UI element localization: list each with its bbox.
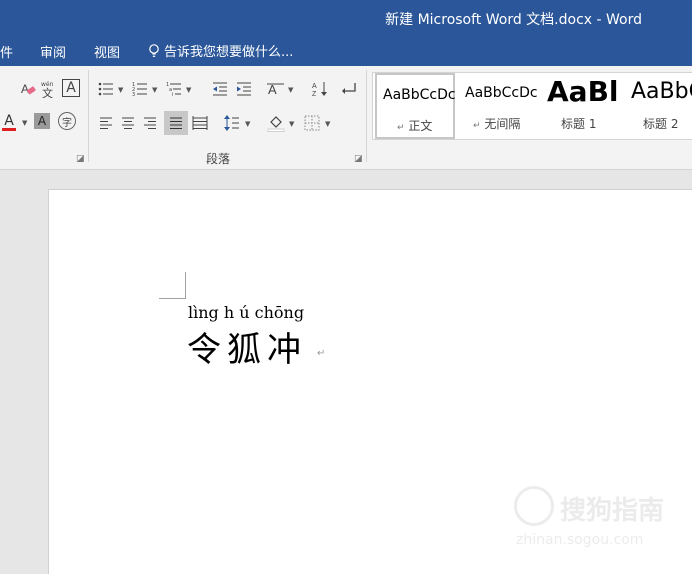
increase-indent-icon — [237, 82, 251, 96]
paragraph-mark-icon — [342, 83, 356, 94]
asian-layout-icon: A — [267, 82, 284, 97]
style-name: 标题 1 — [561, 117, 597, 131]
character-border-button[interactable]: A — [62, 79, 80, 97]
borders-icon — [304, 115, 320, 131]
borders-dropdown-icon[interactable]: ▼ — [325, 120, 330, 128]
enclose-characters-button[interactable]: 字 — [58, 112, 76, 130]
menu-review[interactable]: 审阅 — [40, 42, 66, 61]
distributed-button[interactable] — [190, 113, 210, 133]
phonetic-guide-button[interactable]: wén 文 — [38, 79, 58, 99]
tell-me-text: 告诉我您想要做什么... — [164, 45, 294, 60]
menu-bar: 件 审阅 视图 告诉我您想要做什么... — [0, 36, 692, 66]
watermark-name: 搜狗指南 — [560, 496, 665, 526]
lightbulb-icon — [149, 43, 159, 57]
distributed-icon — [192, 116, 208, 130]
align-left-icon — [100, 117, 112, 129]
menu-view[interactable]: 视图 — [94, 42, 120, 61]
menu-file[interactable]: 件 — [0, 42, 13, 61]
numbered-list-icon: 1 2 3 — [132, 82, 147, 97]
style-name: 标题 2 — [643, 117, 679, 131]
bullet-list-icon — [98, 82, 113, 96]
paint-bucket-icon — [267, 116, 285, 132]
show-hide-marks-button[interactable] — [340, 79, 360, 99]
font-color-button[interactable]: A — [0, 112, 18, 132]
numbering-button[interactable]: 1 2 3 — [130, 79, 150, 99]
style-sample: AaBbCcDc — [465, 85, 537, 101]
multilevel-list-button[interactable]: 1 a i — [164, 79, 184, 99]
paragraph-dialog-launcher-icon[interactable]: ◪ — [354, 154, 363, 164]
ribbon: A wén 文 A A ▼ A 字 ◪ ▼ 1 2 3 ▼ 1 a i ▼ A … — [0, 66, 692, 170]
font-color-dropdown-icon[interactable]: ▼ — [22, 119, 27, 127]
sogou-logo-icon — [514, 486, 554, 526]
tell-me-box[interactable]: 告诉我您想要做什么... — [148, 41, 293, 60]
align-center-icon — [122, 117, 134, 129]
decrease-indent-button[interactable] — [210, 79, 230, 99]
svg-text:文: 文 — [42, 86, 53, 98]
align-right-icon — [144, 117, 156, 129]
asian-layout-dropdown-icon[interactable]: ▼ — [288, 86, 293, 94]
group-separator — [88, 70, 89, 162]
line-spacing-icon — [224, 115, 239, 131]
align-left-button[interactable] — [96, 113, 116, 133]
svg-text:3: 3 — [132, 92, 135, 97]
char-border-icon: A — [66, 80, 76, 96]
group-separator — [366, 70, 367, 162]
enclosed-char-icon: 字 — [62, 117, 72, 129]
styles-gallery: AaBbCcDc ↵ 正文 AaBbCcDc ↵ 无间隔 AaBl 标题 1 A… — [372, 72, 692, 140]
svg-text:A: A — [21, 82, 29, 96]
align-center-button[interactable] — [118, 113, 138, 133]
watermark-url: zhinan.sogou.com — [516, 532, 644, 548]
style-name: ↵ 无间隔 — [473, 117, 521, 131]
character-shading-button[interactable]: A — [34, 113, 50, 129]
clear-formatting-button[interactable]: A — [18, 79, 38, 99]
font-dialog-launcher-icon[interactable]: ◪ — [76, 154, 85, 164]
sort-az-icon: A Z — [312, 82, 327, 98]
style-normal[interactable]: AaBbCcDc ↵ 正文 — [375, 73, 455, 139]
font-color-icon: A — [4, 112, 14, 129]
document-text[interactable]: 令狐冲 — [187, 322, 307, 371]
bullets-button[interactable] — [96, 79, 116, 99]
style-heading-2[interactable]: AaBbC 标题 2 — [625, 73, 692, 139]
svg-text:i: i — [172, 92, 173, 97]
justify-button[interactable] — [164, 111, 188, 135]
justify-icon — [170, 117, 182, 129]
multilevel-list-icon: 1 a i — [166, 82, 181, 97]
sort-button[interactable]: A Z — [310, 79, 330, 99]
line-spacing-dropdown-icon[interactable]: ▼ — [245, 120, 250, 128]
svg-text:Z: Z — [312, 91, 317, 98]
pinyin-guide-text: lìng h ú chōng — [188, 303, 305, 322]
line-spacing-button[interactable] — [222, 113, 242, 133]
style-heading-1[interactable]: AaBl 标题 1 — [541, 73, 623, 139]
title-bar: 新建 Microsoft Word 文档.docx - Word — [0, 0, 692, 36]
style-name: ↵ 正文 — [397, 119, 433, 133]
style-no-spacing[interactable]: AaBbCcDc ↵ 无间隔 — [459, 73, 539, 139]
multilevel-dropdown-icon[interactable]: ▼ — [186, 86, 191, 94]
style-sample: AaBbCcDc — [383, 87, 455, 103]
font-color-swatch — [2, 127, 16, 131]
bullets-dropdown-icon[interactable]: ▼ — [118, 86, 123, 94]
style-sample: AaBl — [547, 75, 619, 108]
char-shading-icon: A — [37, 114, 47, 128]
svg-text:A: A — [312, 83, 317, 90]
asian-layout-button[interactable]: A — [266, 79, 286, 99]
shading-dropdown-icon[interactable]: ▼ — [289, 120, 294, 128]
paragraph-mark: ↵ — [317, 348, 326, 359]
phonetic-guide-icon: wén 文 — [41, 81, 54, 98]
eraser-icon: A — [21, 82, 36, 96]
shading-button[interactable] — [266, 113, 286, 133]
increase-indent-button[interactable] — [234, 79, 254, 99]
paragraph-group-label: 段落 — [206, 152, 231, 166]
borders-button[interactable] — [302, 113, 322, 133]
style-sample: AaBbC — [631, 79, 692, 104]
margin-corner-mark — [185, 272, 186, 299]
margin-corner-mark — [159, 298, 185, 299]
decrease-indent-icon — [213, 82, 227, 96]
window-title: 新建 Microsoft Word 文档.docx - Word — [385, 12, 642, 28]
align-right-button[interactable] — [140, 113, 160, 133]
numbering-dropdown-icon[interactable]: ▼ — [152, 86, 157, 94]
